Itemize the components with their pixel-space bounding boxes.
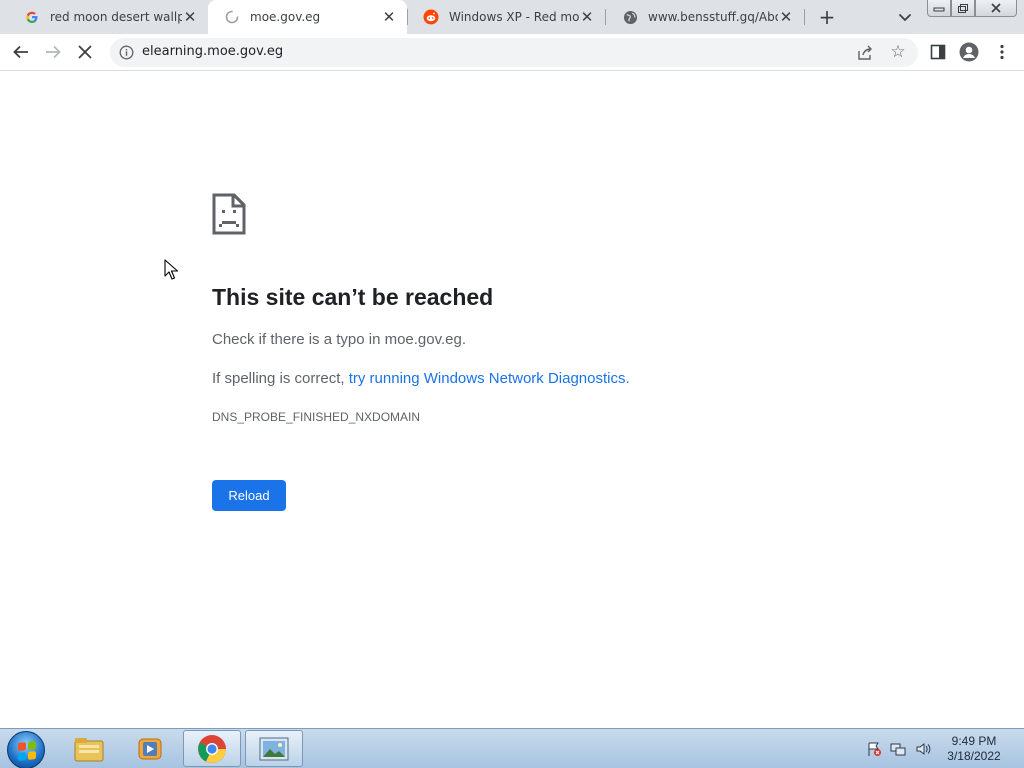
start-button[interactable] [7, 731, 45, 768]
tab-close-icon[interactable]: ✕ [579, 9, 595, 25]
tab-close-icon[interactable]: ✕ [381, 9, 397, 25]
reload-button[interactable]: Reload [212, 480, 286, 511]
bookmark-star-icon[interactable]: ☆ [889, 43, 907, 61]
tab-title: red moon desert wallpaper [50, 10, 182, 24]
spelling-hint: If spelling is correct, try running Wind… [212, 370, 630, 387]
error-heading: This site can’t be reached [212, 284, 494, 310]
tab-separator [804, 9, 805, 25]
tab-moe-gov-eg[interactable]: moe.gov.eg ✕ [208, 0, 407, 34]
forward-arrow-icon[interactable] [42, 41, 64, 63]
tab-close-icon[interactable]: ✕ [778, 9, 794, 25]
tab-search-chevron-icon[interactable] [894, 6, 916, 28]
sad-document-icon [212, 193, 246, 235]
tab-close-icon[interactable]: ✕ [182, 9, 198, 25]
chrome-icon[interactable] [183, 730, 241, 767]
error-code: DNS_PROBE_FINISHED_NXDOMAIN [212, 410, 421, 424]
tab-google-search[interactable]: red moon desert wallpaper ✕ [8, 0, 208, 34]
clock-date: 3/18/2022 [947, 749, 1001, 763]
action-center-flag-icon[interactable] [866, 741, 882, 757]
globe-icon [622, 9, 638, 25]
loading-spinner-icon [224, 9, 240, 25]
close-window-button[interactable] [975, 0, 1017, 17]
tab-title: Windows XP - Red moon [449, 10, 579, 24]
google-g-icon [24, 9, 40, 25]
clock-time: 9:49 PM [951, 734, 997, 748]
back-arrow-icon[interactable] [10, 41, 32, 63]
mouse-cursor-icon [164, 259, 180, 281]
network-diagnostics-link[interactable]: try running Windows Network Diagnostics [349, 370, 626, 387]
windows-taskbar: 9:49 PM 3/18/2022 [0, 728, 1024, 768]
url-text: elearning.moe.gov.eg [142, 44, 284, 59]
tab-bensstuff[interactable]: www.bensstuff.gq/About ✕ [606, 0, 804, 34]
minimize-button[interactable] [927, 0, 951, 17]
volume-icon[interactable] [915, 741, 931, 757]
site-info-icon[interactable] [119, 45, 134, 60]
spelling-hint-suffix: . [625, 370, 630, 387]
profile-avatar-icon[interactable] [958, 41, 980, 63]
share-icon[interactable] [856, 44, 874, 62]
typo-hint: Check if there is a typo in moe.gov.eg. [212, 331, 467, 348]
browser-toolbar: elearning.moe.gov.eg ☆ [0, 34, 1024, 71]
error-page: This site can’t be reached Check if ther… [0, 72, 1024, 728]
tab-title: www.bensstuff.gq/About [648, 10, 778, 24]
windows-logo-icon [18, 741, 36, 761]
file-explorer-icon[interactable] [60, 730, 118, 767]
tab-title: moe.gov.eg [250, 10, 321, 24]
media-player-icon[interactable] [121, 730, 179, 767]
tab-strip: red moon desert wallpaper ✕ moe.gov.eg ✕… [0, 0, 1024, 34]
restore-button[interactable] [951, 0, 975, 17]
menu-kebab-icon[interactable] [991, 41, 1013, 63]
window-controls [927, 0, 1017, 18]
reddit-icon [423, 9, 439, 25]
photo-viewer-icon[interactable] [245, 730, 303, 767]
tab-reddit[interactable]: Windows XP - Red moon ✕ [407, 0, 605, 34]
address-bar[interactable]: elearning.moe.gov.eg ☆ [110, 38, 918, 67]
side-panel-icon[interactable] [927, 41, 949, 63]
spelling-hint-prefix: If spelling is correct, [212, 370, 349, 387]
network-icon[interactable] [890, 741, 906, 757]
screen: red moon desert wallpaper ✕ moe.gov.eg ✕… [0, 0, 1024, 768]
new-tab-button[interactable]: + [815, 5, 839, 29]
stop-loading-icon[interactable] [74, 41, 96, 63]
system-clock[interactable]: 9:49 PM 3/18/2022 [936, 734, 1012, 764]
